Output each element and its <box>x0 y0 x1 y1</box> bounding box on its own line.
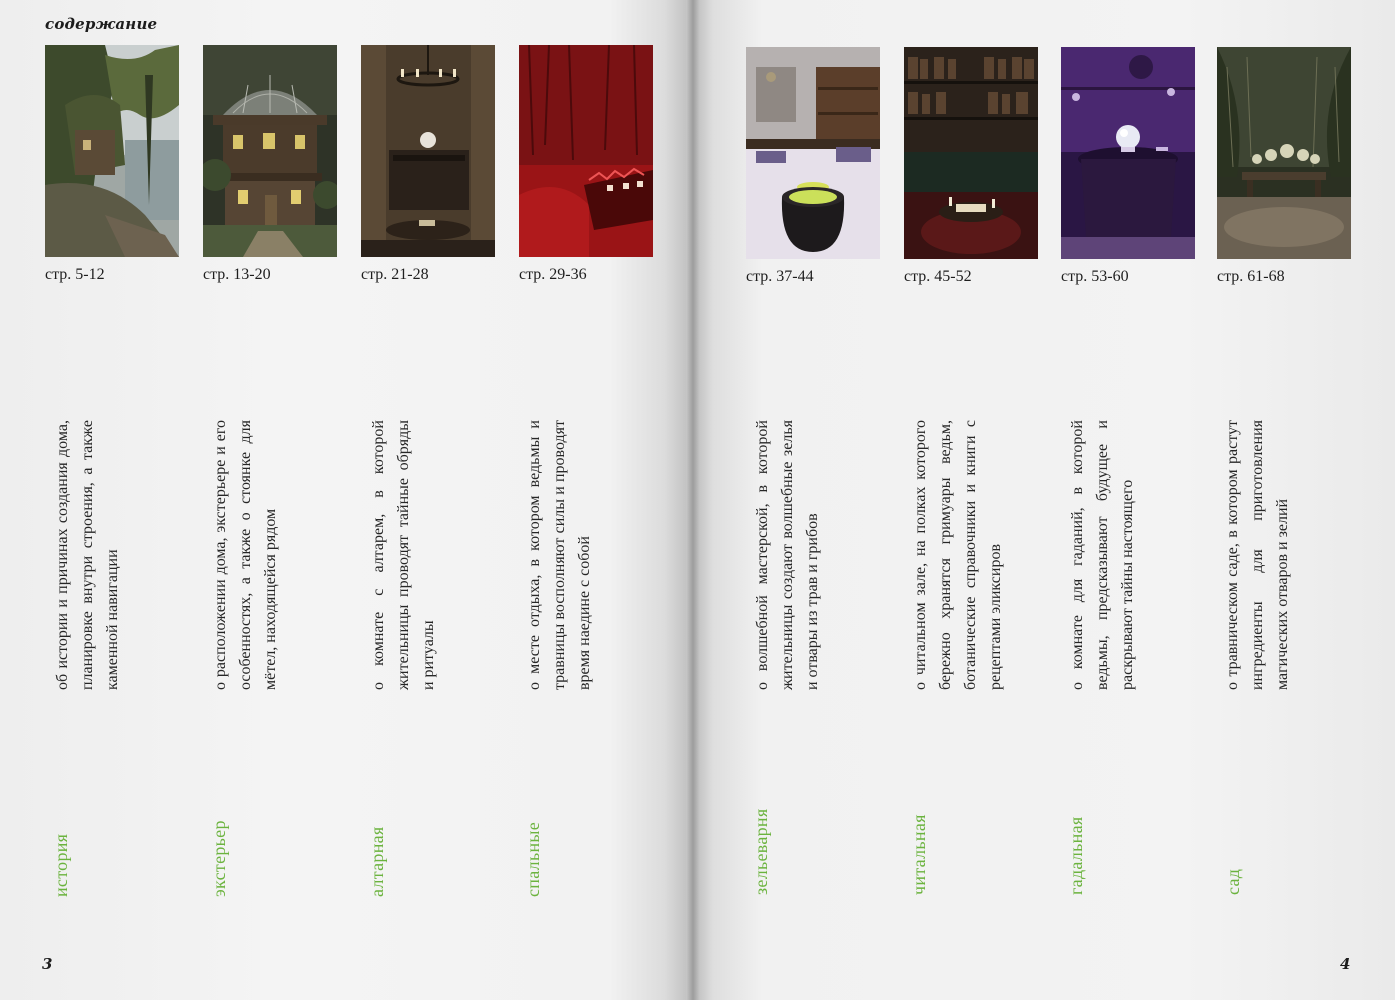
potion-cauldron-workshop-image <box>746 47 880 259</box>
page-number-left: 3 <box>42 955 53 973</box>
thumbnail-potion-room <box>746 47 880 259</box>
page-range-history: стр. 5-12 <box>45 266 105 283</box>
thumbnail-history <box>45 45 179 257</box>
domed-tower-house-image <box>203 45 337 257</box>
description-garden: о травническом саде, в котором растут ин… <box>1224 420 1291 690</box>
page-range-reading-room: стр. 45-52 <box>904 268 972 285</box>
page-range-exterior: стр. 13-20 <box>203 266 271 283</box>
book-spread: содержание стр. 5-12 стр. 13-20 стр. 21-… <box>0 0 1395 1000</box>
contents-heading: содержание <box>45 15 158 33</box>
description-history: об истории и причинах создания дома, пла… <box>54 420 121 690</box>
lakeside-forest-house-image <box>45 45 179 257</box>
section-title-history: история <box>51 833 71 897</box>
thumbnail-reading-room <box>904 47 1038 259</box>
thumbnail-garden <box>1217 47 1351 259</box>
book-spine <box>686 0 700 1000</box>
section-title-divination-room: гадальная <box>1066 816 1086 895</box>
description-divination-room: о комнате для гаданий, в которой ведьмы,… <box>1069 420 1136 690</box>
altar-room-chandelier-image <box>361 45 495 257</box>
library-reading-room-image <box>904 47 1038 259</box>
description-exterior: о расположении дома, экстерьере и его ос… <box>212 420 279 690</box>
page-range-bedrooms: стр. 29-36 <box>519 266 587 283</box>
page-range-altar: стр. 21-28 <box>361 266 429 283</box>
description-potion-room: о волшебной мастерской, в которой житель… <box>754 420 821 690</box>
section-title-garden: сад <box>1223 868 1243 895</box>
description-altar: о комнате с алтарем, в которой жительниц… <box>370 420 437 690</box>
page-range-garden: стр. 61-68 <box>1217 268 1285 285</box>
page-range-divination-room: стр. 53-60 <box>1061 268 1129 285</box>
red-bedroom-image <box>519 45 653 257</box>
description-bedrooms: о месте отдыха, в котором ведьмы и травн… <box>526 420 593 690</box>
thumbnail-bedrooms <box>519 45 653 257</box>
thumbnail-altar <box>361 45 495 257</box>
herbal-garden-image <box>1217 47 1351 259</box>
section-title-bedrooms: спальные <box>523 821 543 897</box>
description-reading-room: о читальном зале, на полках которого бер… <box>912 420 1004 690</box>
section-title-exterior: экстерьер <box>209 820 229 897</box>
page-number-right: 4 <box>1340 955 1351 973</box>
purple-divination-room-image <box>1061 47 1195 259</box>
thumbnail-exterior <box>203 45 337 257</box>
section-title-potion-room: зельеварня <box>751 808 771 895</box>
section-title-altar: алтарная <box>367 826 387 897</box>
page-range-potion-room: стр. 37-44 <box>746 268 814 285</box>
thumbnail-divination-room <box>1061 47 1195 259</box>
section-title-reading-room: читальная <box>909 814 929 895</box>
